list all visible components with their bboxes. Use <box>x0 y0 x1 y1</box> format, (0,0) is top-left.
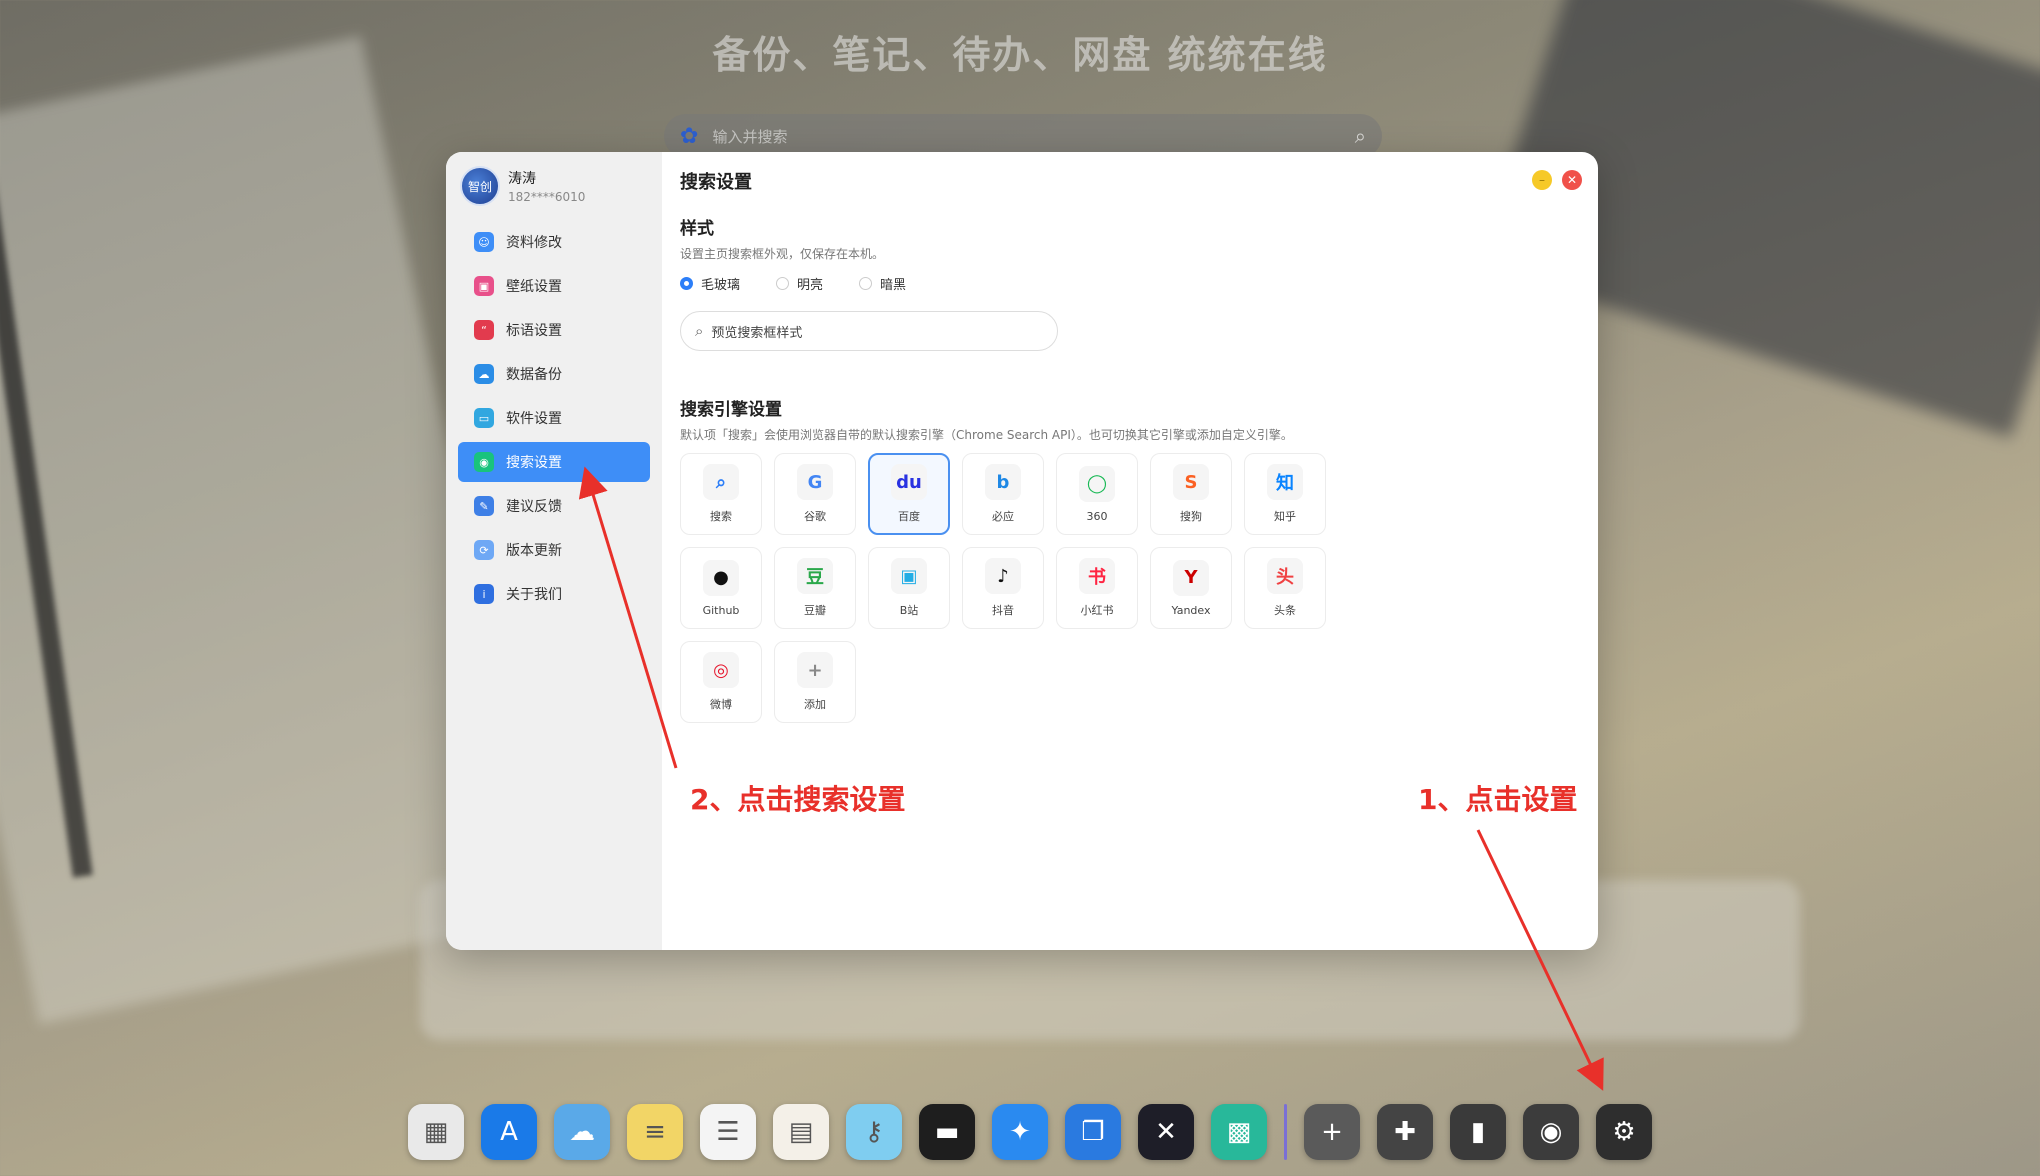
settings-icon[interactable]: ⚙ <box>1596 1104 1652 1160</box>
calendar-icon[interactable]: ▤ <box>773 1104 829 1160</box>
dock-separator <box>1284 1104 1287 1160</box>
annotation-arrows <box>578 466 1604 1091</box>
wallet-icon[interactable]: ▬ <box>919 1104 975 1160</box>
dock: ▦ A ☁ ≡ ☰ ▤ ⚷ ▬ ✦ ❐ ✕ ▩ + ✚ ▮ ◉ ⚙ <box>408 1100 1652 1164</box>
files-icon[interactable]: ❐ <box>1065 1104 1121 1160</box>
reminders-icon[interactable]: ☰ <box>700 1104 756 1160</box>
passwords-icon[interactable]: ⚷ <box>846 1104 902 1160</box>
cloud-drive-icon[interactable]: ☁ <box>554 1104 610 1160</box>
qrcode-icon[interactable]: ▩ <box>1211 1104 1267 1160</box>
brush-icon[interactable]: ▮ <box>1450 1104 1506 1160</box>
app-store-icon[interactable]: A <box>481 1104 537 1160</box>
arrow-to-search-settings <box>578 466 678 769</box>
camera-icon[interactable]: ◉ <box>1523 1104 1579 1160</box>
arrow-to-settings <box>1476 829 1604 1091</box>
xmind-icon[interactable]: ✕ <box>1138 1104 1194 1160</box>
add-icon[interactable]: + <box>1304 1104 1360 1160</box>
plugin-icon[interactable]: ✚ <box>1377 1104 1433 1160</box>
notes-icon[interactable]: ≡ <box>627 1104 683 1160</box>
launchpad-icon[interactable]: ▦ <box>408 1104 464 1160</box>
safari-icon[interactable]: ✦ <box>992 1104 1048 1160</box>
